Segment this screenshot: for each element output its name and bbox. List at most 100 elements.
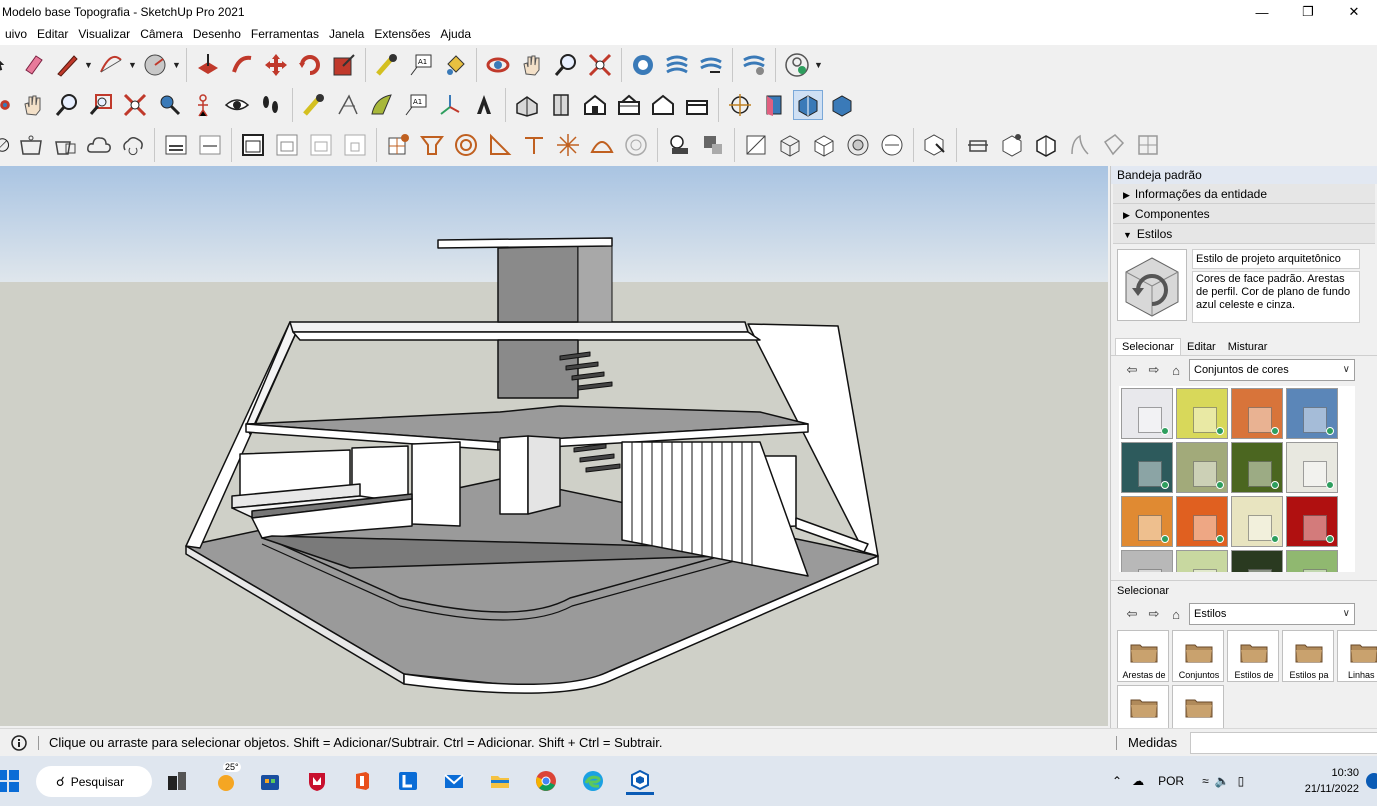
text-tool-button[interactable]: A1	[401, 90, 431, 120]
line-tool-button[interactable]	[52, 50, 82, 80]
taskbar-office-app[interactable]	[348, 767, 376, 795]
menu-draw[interactable]: Desenho	[188, 24, 246, 45]
zoom-window-button[interactable]	[86, 90, 116, 120]
solid-intersect-button[interactable]	[1031, 130, 1061, 160]
notification-icon[interactable]	[1366, 773, 1377, 789]
input-language[interactable]: POR	[1158, 774, 1184, 788]
style-swatch[interactable]	[1231, 388, 1283, 439]
task-view-button[interactable]	[163, 767, 191, 795]
style-swatch[interactable]	[1286, 496, 1338, 547]
display-section-fill-button[interactable]	[827, 90, 857, 120]
style-swatch[interactable]	[1121, 496, 1173, 547]
taskbar-search[interactable]: ☌ Pesquisar	[36, 766, 152, 797]
sandbox-scratch-button[interactable]	[417, 130, 447, 160]
tape-measure-button[interactable]	[372, 50, 402, 80]
style-swatch[interactable]	[1121, 442, 1173, 493]
back-arrow-icon[interactable]: ⇦	[1121, 359, 1143, 381]
line-dropdown-chevron-icon[interactable]: ▼	[84, 60, 94, 70]
pan-button[interactable]	[517, 50, 547, 80]
sandbox-stamp-button[interactable]	[485, 130, 515, 160]
style-swatch[interactable]	[1286, 442, 1338, 493]
union-button[interactable]	[50, 130, 80, 160]
left-view-button[interactable]	[682, 90, 712, 120]
arc-dropdown-chevron-icon[interactable]: ▼	[128, 60, 138, 70]
solid-union-button[interactable]	[1065, 130, 1095, 160]
onedrive-cloud-icon[interactable]: ☁	[1132, 774, 1144, 788]
forward-arrow-icon[interactable]: ⇨	[1143, 359, 1165, 381]
zoom-extents-button-2[interactable]	[120, 90, 150, 120]
speaker-icon[interactable]: 🔈	[1215, 774, 1230, 788]
sandbox-disabled-button[interactable]	[621, 130, 651, 160]
wifi-icon[interactable]: ≈	[1202, 774, 1209, 788]
panel-styles[interactable]: ▼ Estilos	[1113, 224, 1375, 244]
solid-subtract-button[interactable]	[1099, 130, 1129, 160]
dimension-tool-button[interactable]: A1	[406, 50, 436, 80]
style-window-alt-button[interactable]	[272, 130, 302, 160]
shape-dropdown-chevron-icon[interactable]: ▼	[172, 60, 182, 70]
toggle-terrain-button[interactable]	[195, 130, 225, 160]
menu-view[interactable]: Visualizar	[73, 24, 135, 45]
style-folder[interactable]: Conjuntos	[1172, 630, 1224, 682]
scale-tool-button[interactable]	[329, 50, 359, 80]
subtract-button[interactable]	[84, 130, 114, 160]
right-view-button[interactable]	[614, 90, 644, 120]
hidden-line-button[interactable]	[809, 130, 839, 160]
modeling-viewport[interactable]	[0, 166, 1108, 726]
style-folder[interactable]: Arestas de	[1117, 630, 1169, 682]
zoom-button-2[interactable]	[52, 90, 82, 120]
style-folder[interactable]: Linhas r	[1337, 630, 1377, 682]
protractor-button[interactable]	[333, 90, 363, 120]
style-swatch[interactable]	[1176, 388, 1228, 439]
taskbar-chrome-app[interactable]	[532, 767, 560, 795]
close-button[interactable]: ✕	[1331, 0, 1377, 24]
tab-select[interactable]: Selecionar	[1115, 338, 1181, 355]
xray-button[interactable]	[741, 130, 771, 160]
wireframe-button[interactable]	[775, 130, 805, 160]
panel-entity-info[interactable]: ▶ Informações da entidade	[1113, 184, 1375, 204]
arc-tool-button[interactable]	[96, 50, 126, 80]
look-around-button[interactable]	[222, 90, 252, 120]
add-location-button[interactable]	[161, 130, 191, 160]
style-swatch[interactable]	[1231, 550, 1283, 572]
menu-help[interactable]: Ajuda	[435, 24, 476, 45]
style-swatch[interactable]	[1286, 550, 1338, 572]
monochrome-button[interactable]	[877, 130, 907, 160]
position-camera-button[interactable]	[188, 90, 218, 120]
axes-tool-button[interactable]	[367, 90, 397, 120]
style-swatch[interactable]	[1286, 388, 1338, 439]
menu-edit[interactable]: Editar	[32, 24, 73, 45]
style-window-light-button[interactable]	[306, 130, 336, 160]
sandbox-flip-edge-button[interactable]	[587, 130, 617, 160]
push-pull-button[interactable]	[193, 50, 223, 80]
style-folder[interactable]	[1117, 685, 1169, 728]
sandbox-smoove-button[interactable]	[451, 130, 481, 160]
zoom-button[interactable]	[551, 50, 581, 80]
pan-button-2[interactable]	[18, 90, 48, 120]
section-plane-button[interactable]	[725, 90, 755, 120]
follow-me-button[interactable]	[227, 50, 257, 80]
zoom-extents-button[interactable]	[585, 50, 615, 80]
style-swatch[interactable]	[1231, 442, 1283, 493]
top-view-button[interactable]	[546, 90, 576, 120]
info-icon[interactable]	[8, 732, 30, 754]
home-icon[interactable]: ⌂	[1165, 359, 1187, 381]
taskbar-mail-app[interactable]	[440, 767, 468, 795]
minimize-button[interactable]: —	[1239, 0, 1285, 24]
trim-button[interactable]	[118, 130, 148, 160]
sandbox-drape-button[interactable]	[519, 130, 549, 160]
intersect-button[interactable]	[16, 130, 46, 160]
shape-tool-button[interactable]	[140, 50, 170, 80]
taskbar-l-app[interactable]	[394, 767, 422, 795]
shaded-button[interactable]	[843, 130, 873, 160]
show-hidden-icons-chevron-icon[interactable]: ⌃	[1112, 774, 1122, 788]
extension-warehouse-button[interactable]	[662, 50, 692, 80]
select-tool-button[interactable]	[0, 50, 14, 80]
taskbar-edge-app[interactable]	[579, 767, 607, 795]
walk-button[interactable]	[256, 90, 286, 120]
menu-extensions[interactable]: Extensões	[369, 24, 435, 45]
taskbar-explorer-app[interactable]	[486, 767, 514, 795]
rotate-tool-button[interactable]	[295, 50, 325, 80]
taskbar-store-app[interactable]	[256, 767, 284, 795]
style-thumbnail[interactable]	[1117, 249, 1187, 321]
make-component-button[interactable]	[920, 130, 950, 160]
